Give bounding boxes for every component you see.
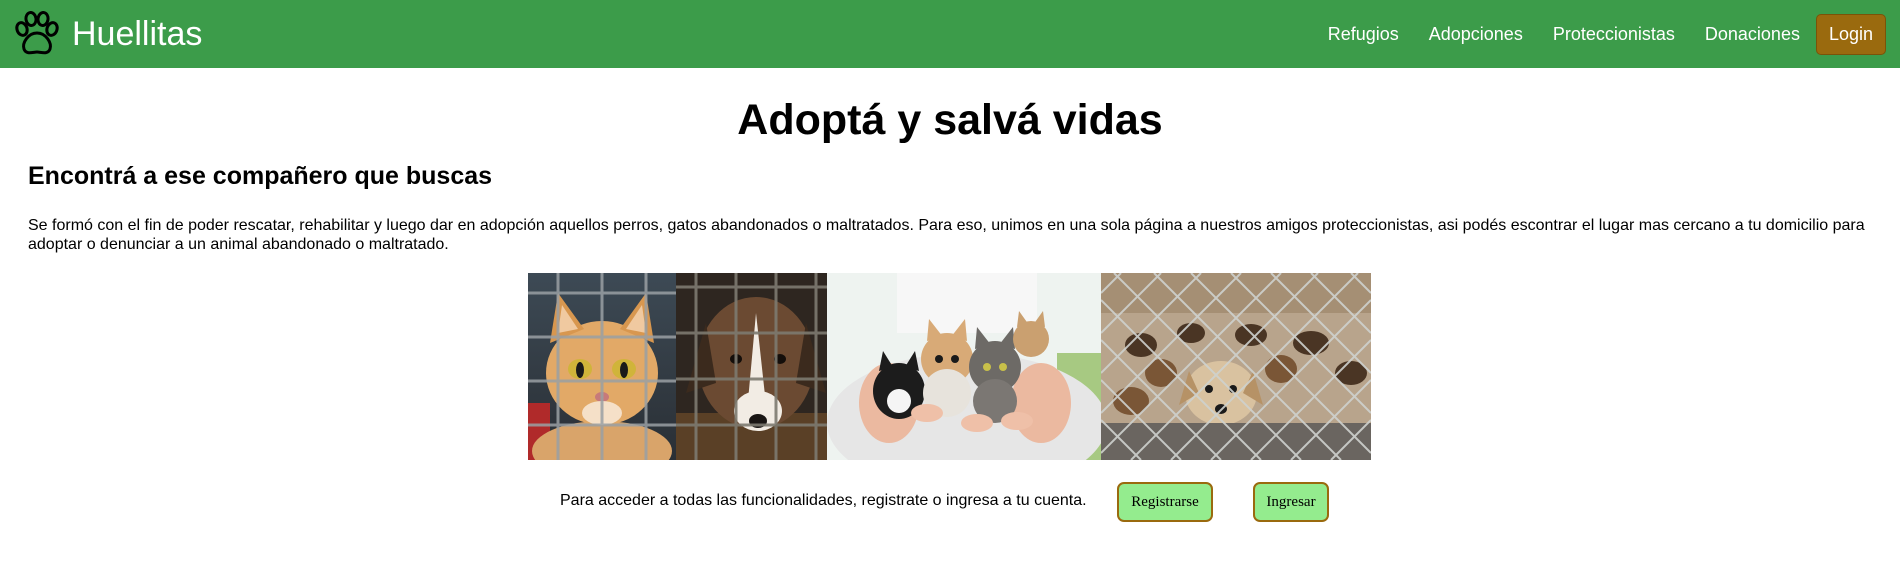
top-navbar: Huellitas Refugios Adopciones Proteccion…	[0, 0, 1900, 68]
nav-link-proteccionistas[interactable]: Proteccionistas	[1553, 24, 1675, 45]
brand-name: Huellitas	[72, 14, 203, 53]
nav-links: Refugios Adopciones Proteccionistas Dona…	[1298, 13, 1886, 55]
cta-text: Para acceder a todas las funcionalidades…	[560, 492, 1087, 509]
nav-link-adopciones[interactable]: Adopciones	[1429, 24, 1523, 45]
page-subtitle: Encontrá a ese compañero que buscas	[28, 162, 493, 190]
animals-photo-collage	[528, 273, 1371, 460]
intro-paragraph: Se formó con el fin de poder rescatar, r…	[28, 217, 1865, 253]
call-to-action: Para acceder a todas las funcionalidades…	[0, 482, 1900, 522]
brand-logo-link[interactable]: Huellitas	[12, 11, 202, 57]
dogs-behind-fence-photo	[1101, 273, 1371, 460]
kittens-in-hands-photo	[827, 273, 1101, 460]
nav-link-refugios[interactable]: Refugios	[1328, 24, 1399, 45]
paw-icon	[12, 11, 62, 57]
nav-link-donaciones[interactable]: Donaciones	[1705, 24, 1800, 45]
register-button[interactable]: Registrarse	[1117, 482, 1213, 522]
dog-behind-cage-photo	[676, 273, 827, 460]
login-button[interactable]: Login	[1815, 13, 1886, 55]
cat-behind-cage-photo	[528, 273, 676, 460]
signin-button[interactable]: Ingresar	[1253, 482, 1329, 522]
page-title: Adoptá y salvá vidas	[737, 96, 1163, 144]
